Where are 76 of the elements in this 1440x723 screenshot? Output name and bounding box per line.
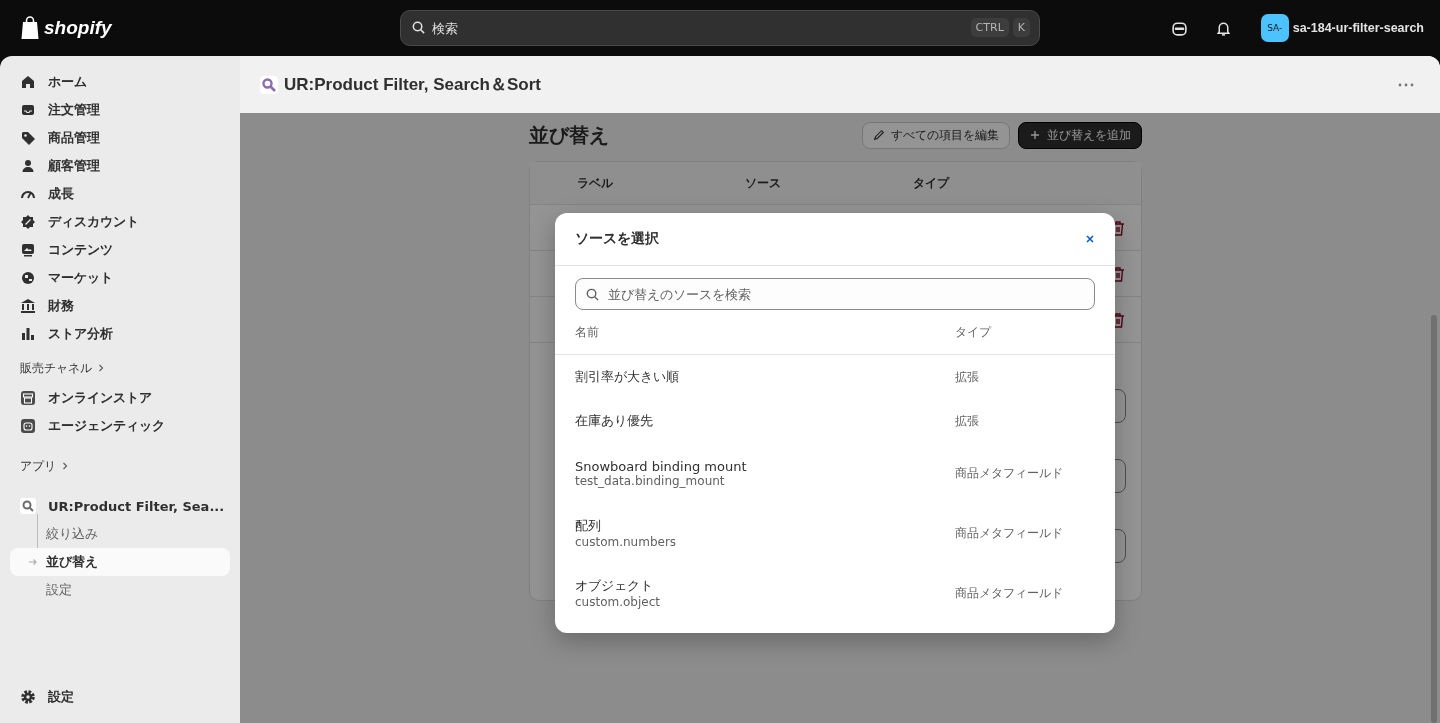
nav-item[interactable]: 商品管理 [10, 124, 230, 152]
column-header: 名前 [575, 323, 600, 341]
source-name: 在庫あり優先 [575, 412, 654, 430]
storefront-icon [20, 390, 36, 406]
search-icon [260, 75, 278, 94]
column-header: タイプ [955, 323, 993, 341]
source-row[interactable]: 割引率が大きい順 拡張 [555, 355, 1115, 399]
search-icon [411, 20, 426, 35]
add-button[interactable]: 並び替えを追加 [1017, 121, 1142, 149]
source-row[interactable]: 在庫あり優先 拡張 [555, 399, 1115, 443]
nav-item[interactable]: マーケット [10, 264, 230, 292]
source-name: オブジェクト [575, 577, 654, 595]
home-icon [20, 74, 36, 90]
image-icon [20, 242, 36, 258]
source-name: 割引率が大きい順 [575, 368, 680, 386]
search-field[interactable]: 並び替えのソースを検索 [575, 278, 1095, 310]
store-name[interactable]: sa-184-ur-filter-search [1292, 21, 1424, 35]
shopping-bag-icon [20, 16, 40, 40]
source-key: custom.numbers [575, 535, 955, 549]
person-icon [20, 158, 36, 174]
close-icon[interactable] [1085, 234, 1095, 244]
dialog-title: ソースを選択 [575, 230, 659, 248]
bell-icon[interactable] [1214, 19, 1232, 37]
source-type: 商品メタフィールド [955, 524, 1063, 542]
tag-icon [20, 130, 36, 146]
nav-item[interactable]: エージェンティック [10, 412, 230, 440]
nav-item[interactable]: 注文管理 [10, 96, 230, 124]
store-avatar[interactable]: SA- [1260, 14, 1289, 42]
sub-nav-item[interactable]: 絞り込み [10, 520, 230, 548]
plus-icon [1028, 129, 1041, 141]
settings-icon [20, 689, 36, 705]
section-link[interactable]: 販売チャネル [20, 359, 92, 377]
bar-chart-icon [20, 326, 36, 342]
source-name: Snowboard binding mount [575, 458, 748, 474]
edit-button[interactable]: すべての項目を編集 [861, 121, 1010, 149]
source-key: custom.object [575, 595, 955, 609]
sub-nav-item[interactable]: 並び替え [10, 548, 230, 576]
source-name: 配列 [575, 517, 602, 535]
inbox-icon [20, 102, 36, 118]
column-header: タイプ [912, 174, 951, 192]
nav-item[interactable]: 財務 [10, 292, 230, 320]
source-type: 商品メタフィールド [955, 464, 1063, 482]
section-title: 並び替え [528, 121, 609, 149]
source-row[interactable]: 配列 custom.numbers 商品メタフィールド [555, 503, 1115, 563]
logo-text[interactable]: shopify [44, 17, 112, 39]
nav-item[interactable]: ディスカウント [10, 208, 230, 236]
robot-icon [20, 418, 36, 434]
nav-item[interactable]: ホーム [10, 68, 230, 96]
nav-item[interactable]: オンラインストア [10, 384, 230, 412]
bank-icon [20, 298, 36, 314]
chevron-right-icon[interactable] [98, 364, 104, 372]
nav-item[interactable]: ストア分析 [10, 320, 230, 348]
column-header: ソース [744, 174, 782, 192]
sub-nav-item[interactable]: 設定 [10, 576, 230, 604]
page-title: UR:Product Filter, Search＆Sort [284, 74, 541, 96]
settings-item[interactable]: 設定 [10, 683, 230, 711]
nav-item[interactable]: コンテンツ [10, 236, 230, 264]
section-link[interactable]: アプリ [20, 457, 56, 475]
globe-icon [20, 270, 36, 286]
source-row[interactable]: オブジェクト custom.object 商品メタフィールド [555, 563, 1115, 623]
source-type: 拡張 [955, 412, 979, 430]
chevron-right-icon[interactable] [62, 462, 68, 470]
column-header: ラベル [576, 174, 614, 192]
more-icon[interactable] [1398, 82, 1414, 87]
pencil-icon [872, 129, 885, 141]
badge-percent-icon [20, 214, 36, 230]
shortcut-key: CTRL [970, 18, 1009, 37]
search-icon [20, 498, 36, 514]
nav-item[interactable]: 成長 [10, 180, 230, 208]
source-type: 拡張 [955, 368, 979, 386]
search-icon [585, 287, 600, 302]
source-key: test_data.binding_mount [575, 473, 955, 488]
nav-item[interactable]: 顧客管理 [10, 152, 230, 180]
source-type: 商品メタフィールド [955, 584, 1063, 602]
scrollbar-thumb[interactable] [1431, 315, 1437, 723]
source-row[interactable]: Snowboard binding mount test_data.binding_mount 商品メタフィールド [555, 443, 1115, 503]
